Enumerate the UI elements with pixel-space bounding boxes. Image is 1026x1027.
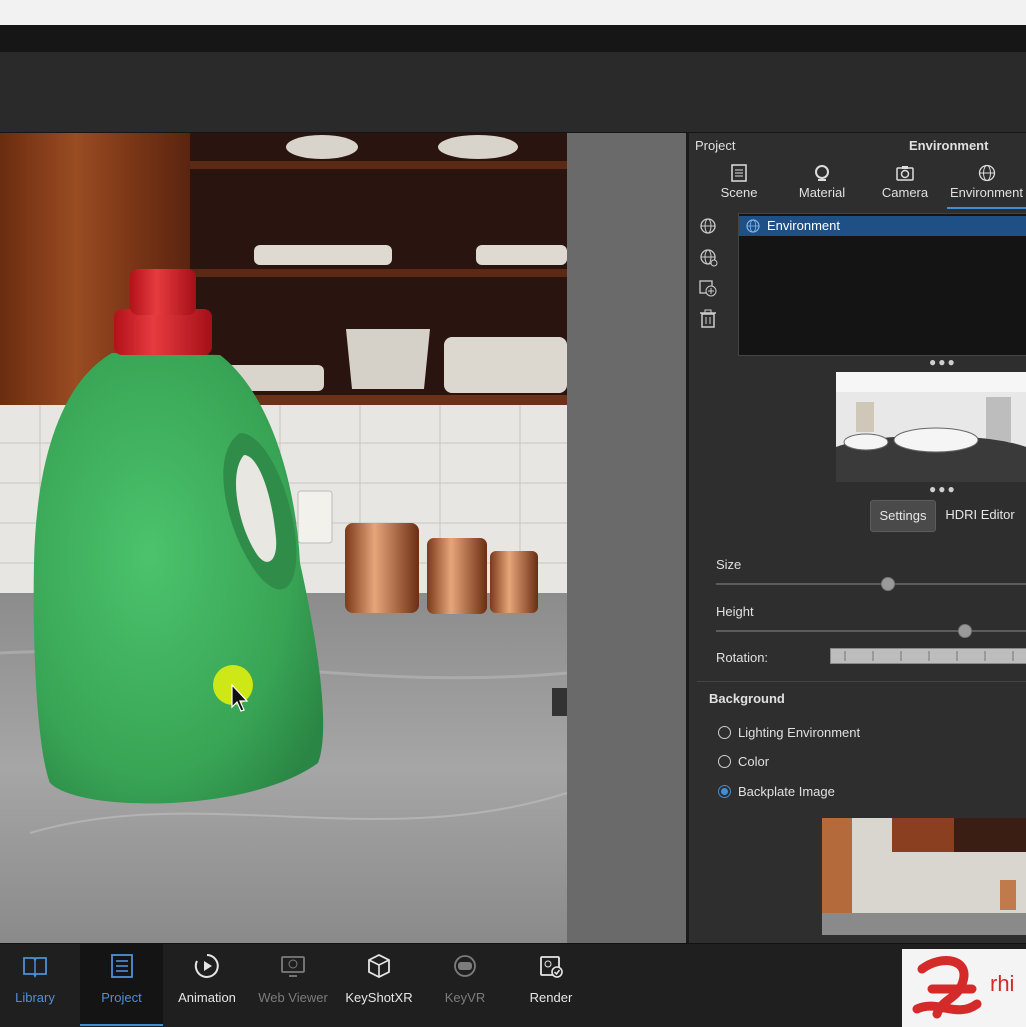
- project-tabs: Scene Material Camera Environment: [689, 157, 1026, 209]
- book-icon: [23, 957, 47, 979]
- brand-logo: rhi: [902, 949, 1026, 1027]
- tab-environment[interactable]: Environment: [947, 157, 1026, 209]
- vr-headset-icon: [454, 955, 476, 977]
- height-label: Height: [716, 604, 754, 619]
- radio-lighting-environment-label[interactable]: Lighting Environment: [738, 725, 860, 740]
- globe-icon: [746, 219, 760, 233]
- radio-backplate-image-label[interactable]: Backplate Image: [738, 784, 835, 799]
- ribbon-library-label: Library: [15, 990, 55, 1005]
- viewport-gutter: [567, 133, 686, 943]
- radio-color[interactable]: [718, 755, 731, 768]
- height-slider-knob[interactable]: [958, 624, 972, 638]
- tree-item-environment[interactable]: Environment: [739, 216, 1026, 236]
- animation-icon: [194, 954, 219, 978]
- scene-list-icon: [731, 164, 747, 182]
- rotation-dial[interactable]: [830, 648, 1026, 664]
- top-window-strip: [0, 0, 1026, 25]
- ribbon-animation-label: Animation: [178, 990, 236, 1005]
- ribbon-render-label: Render: [529, 990, 573, 1005]
- more-dots-icon[interactable]: ●●●: [929, 482, 957, 496]
- more-dots-icon[interactable]: ●●●: [929, 355, 957, 369]
- radio-color-label[interactable]: Color: [738, 754, 769, 769]
- ribbon-keyshotxr-label: KeyShotXR: [345, 990, 413, 1005]
- height-slider[interactable]: [716, 630, 1026, 632]
- size-slider[interactable]: [716, 583, 1026, 585]
- tab-camera-label: Camera: [881, 185, 929, 200]
- tab-material[interactable]: Material: [789, 157, 855, 207]
- tab-environment-label: Environment: [950, 185, 1023, 200]
- environment-copy-icon[interactable]: [697, 277, 719, 299]
- background-section-title: Background: [709, 691, 785, 706]
- ribbon-keyvr-label: KeyVR: [444, 990, 486, 1005]
- bottom-ribbon: Library Project Animation Web Viewer Key…: [0, 943, 1026, 1027]
- environment-duplicate-icon[interactable]: [697, 246, 719, 268]
- toolbar: [0, 52, 1026, 133]
- size-label: Size: [716, 557, 742, 572]
- cube-icon: [368, 953, 390, 979]
- web-viewer-icon: [281, 956, 305, 977]
- material-sphere-icon: [815, 165, 829, 181]
- ribbon-web-viewer[interactable]: Web Viewer: [254, 944, 332, 1024]
- tab-material-label: Material: [798, 185, 846, 200]
- ribbon-library[interactable]: Library: [0, 944, 74, 1024]
- hdri-editor-subtab[interactable]: HDRI Editor: [938, 500, 1022, 530]
- trash-icon[interactable]: [697, 308, 719, 330]
- project-panel: Project Environment Scene Material Camer…: [689, 133, 1026, 943]
- size-slider-knob[interactable]: [880, 577, 895, 591]
- brand-logo-text: rhi: [990, 971, 1015, 996]
- ribbon-render[interactable]: Render: [512, 944, 590, 1024]
- project-label: Project: [695, 138, 736, 153]
- ribbon-project-label: Project: [101, 990, 142, 1005]
- radio-lighting-environment[interactable]: [718, 726, 731, 739]
- tab-scene[interactable]: Scene: [711, 157, 767, 207]
- render-viewport[interactable]: [0, 133, 567, 943]
- hdri-preview-image[interactable]: [836, 372, 1026, 482]
- viewport-scene[interactable]: [0, 133, 567, 943]
- environment-tree[interactable]: Environment: [738, 213, 1026, 356]
- rotation-ticks: [844, 651, 1014, 661]
- ribbon-keyshotxr[interactable]: KeyShotXR: [340, 944, 418, 1024]
- tab-scene-label: Scene: [720, 185, 758, 200]
- section-divider: [697, 681, 1026, 682]
- tree-item-label: Environment: [767, 218, 840, 233]
- radio-backplate-image[interactable]: [718, 785, 731, 798]
- backplate-image-preview[interactable]: [822, 818, 1026, 935]
- panel-header-title: Environment: [909, 138, 989, 153]
- ribbon-keyvr[interactable]: KeyVR: [426, 944, 504, 1024]
- hdri-preview-graphic: [836, 372, 1026, 482]
- tab-camera[interactable]: Camera: [875, 157, 935, 207]
- ribbon-project[interactable]: Project: [80, 944, 163, 1026]
- render-icon: [540, 956, 563, 978]
- globe-icon: [978, 164, 995, 182]
- rotation-label: Rotation:: [716, 650, 769, 665]
- ribbon-web-viewer-label: Web Viewer: [258, 990, 328, 1005]
- backplate-graphic: [822, 818, 1026, 935]
- camera-icon: [896, 166, 914, 181]
- settings-subtab[interactable]: Settings: [870, 500, 936, 532]
- environment-add-icon[interactable]: [697, 215, 719, 237]
- title-bar: [0, 25, 1026, 53]
- project-list-icon: [110, 954, 133, 978]
- ribbon-animation[interactable]: Animation: [168, 944, 246, 1024]
